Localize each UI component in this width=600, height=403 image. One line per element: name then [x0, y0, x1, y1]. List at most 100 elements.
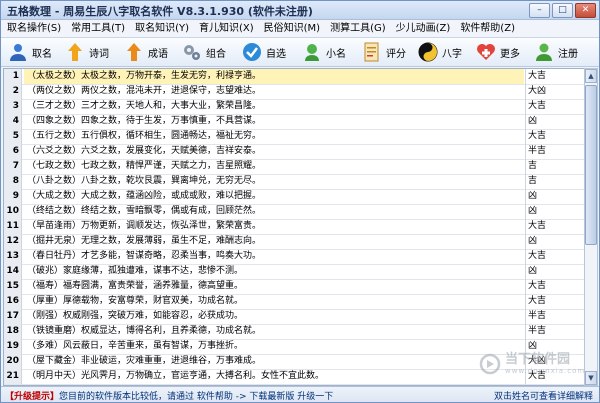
naming-label: 取名	[32, 48, 52, 60]
heart-plus-icon	[475, 41, 497, 63]
scroll-up-button[interactable]: ▲	[585, 69, 597, 83]
results-table[interactable]: 1 （太极之数）太极之数，万物开泰，生发无穷，利禄亨通。 大吉 2 （两仪之数）两仪之数…	[3, 68, 585, 386]
row-description: （厚重）厚德载物，安富尊荣，财官双美，功成名就。	[27, 296, 244, 306]
menu-tools[interactable]: 常用工具(T)	[67, 20, 129, 37]
menu-fortune-tools[interactable]: 测算工具(G)	[326, 20, 390, 37]
row-number: 10	[4, 204, 22, 219]
status-hint: 双击姓名可查看详细解释	[493, 392, 593, 402]
row-number: 20	[4, 354, 22, 369]
menu-naming[interactable]: 取名操作(S)	[3, 20, 65, 37]
table-row[interactable]: 2 （两仪之数）两仪之数，混沌未开，进退保守，志望难达。 大凶	[4, 84, 584, 100]
row-description: （终结之数）终结之数，雪暗飘零，偶或有成，回顾茫然。	[27, 206, 262, 216]
window-title: 五格数理 - 周易生辰八字取名软件 V8.3.1.930 (软件未注册)	[7, 5, 313, 18]
table-row[interactable]: 5 （五行之数）五行俱权，循环相生，圆通畅达，福祉无穷。 大吉	[4, 129, 584, 145]
watermark-text: 当下软件园	[505, 352, 571, 367]
combine-label: 组合	[206, 48, 226, 60]
table-row[interactable]: 11 （旱苗逢雨）万物更新，调顺发达，恢弘泽世，繁荣富贵。 大吉	[4, 219, 584, 235]
row-description: （多难）风云蔽日，辛苦重来，虽有智谋，万事挫折。	[27, 341, 244, 351]
scroll-thumb[interactable]	[585, 85, 597, 245]
more-button[interactable]: 更多	[475, 40, 520, 64]
scroll-icon	[64, 41, 86, 63]
register-button[interactable]: 注册	[533, 40, 578, 64]
row-description: （破兆）家庭缘薄，孤独遭难，谋事不达，悲惨不测。	[27, 266, 244, 276]
row-description: （八卦之数）八卦之数，乾坎艮震，巽离坤兑，无穷无尽。	[27, 176, 262, 186]
upgrade-prefix: 【升级提示】	[5, 392, 60, 402]
table-row[interactable]: 1 （太极之数）太极之数，万物开泰，生发无穷，利禄亨通。 大吉	[4, 69, 584, 85]
naming-button[interactable]: 取名	[7, 40, 52, 64]
menu-parenting[interactable]: 育儿知识(X)	[195, 20, 258, 37]
table-row[interactable]: 4 （四象之数）四象之数，待于生发，万事慎重，不具营谋。 凶	[4, 114, 584, 130]
row-result: 凶	[525, 204, 584, 219]
watermark-url: www.downxia.com	[505, 367, 586, 375]
custom-label: 自选	[266, 48, 286, 60]
baby-icon	[301, 41, 323, 63]
row-result: 大吉	[525, 69, 584, 84]
person-icon	[7, 41, 29, 63]
combine-button[interactable]: 组合	[181, 40, 226, 64]
row-description: （春日牡丹）才艺多能，智谋奇略，忍柔当事，鸣奏大功。	[27, 251, 262, 261]
row-number: 21	[4, 369, 22, 384]
bazi-label: 八字	[442, 48, 462, 60]
idiom-button[interactable]: 成语	[123, 40, 168, 64]
table-row[interactable]: 6 （六爻之数）六爻之数，发展变化，天赋美德，吉祥安泰。 半吉	[4, 144, 584, 160]
row-number: 9	[4, 189, 22, 204]
close-button[interactable]: ✕	[575, 3, 596, 18]
table-row[interactable]: 17 （刚强）权威刚强，突破万难，如能容忍，必获成功。 半吉	[4, 309, 584, 325]
table-row[interactable]: 12 （掘井无泉）无理之数，发展薄弱，虽生不足，难酬志向。 凶	[4, 234, 584, 250]
row-result: 凶	[525, 234, 584, 249]
menu-bar: 取名操作(S) 常用工具(T) 取名知识(Y) 育儿知识(X) 民俗知识(M) …	[1, 20, 599, 38]
row-number: 16	[4, 294, 22, 309]
title-bar: 五格数理 - 周易生辰八字取名软件 V8.3.1.930 (软件未注册) – □…	[1, 1, 599, 20]
row-number: 17	[4, 309, 22, 324]
menu-cartoons[interactable]: 少儿动画(Z)	[392, 20, 455, 37]
table-row[interactable]: 18 （铁镜重磨）权威显达，博得名利，且养柔德，功成名就。 半吉	[4, 324, 584, 340]
nickname-label: 小名	[326, 48, 346, 60]
row-number: 13	[4, 249, 22, 264]
row-number: 5	[4, 129, 22, 144]
row-description: （四象之数）四象之数，待于生发，万事慎重，不具营谋。	[27, 116, 262, 126]
row-number: 6	[4, 144, 22, 159]
table-row[interactable]: 8 （八卦之数）八卦之数，乾坎艮震，巽离坤兑，无穷无尽。 吉	[4, 174, 584, 190]
row-result: 吉	[525, 174, 584, 189]
menu-naming-knowledge[interactable]: 取名知识(Y)	[131, 20, 193, 37]
row-number: 1	[4, 69, 22, 84]
table-row[interactable]: 15 （福寿）福寿圆满，富贵荣誉，涵养雅量，德高望重。 大吉	[4, 279, 584, 295]
bazi-button[interactable]: 八字	[417, 40, 462, 64]
maximize-button[interactable]: □	[552, 3, 573, 18]
table-row[interactable]: 9 （大成之数）大成之数，蕴涵凶险，或成或败，难以把握。 凶	[4, 189, 584, 205]
row-number: 12	[4, 234, 22, 249]
row-result: 大吉	[525, 279, 584, 294]
row-result: 大吉	[525, 294, 584, 309]
checkmark-icon	[241, 41, 263, 63]
yinyang-icon	[417, 41, 439, 63]
table-row[interactable]: 3 （三才之数）三才之数，天地人和，大事大业，繁荣昌隆。 大吉	[4, 99, 584, 115]
upgrade-message: 您目前的软件版本比较低，请通过 软件帮助 -> 下载最新版 升级一下	[59, 392, 334, 402]
menu-help[interactable]: 软件帮助(Z)	[456, 20, 519, 37]
row-description: （福寿）福寿圆满，富贵荣誉，涵养雅量，德高望重。	[27, 281, 244, 291]
custom-button[interactable]: 自选	[241, 40, 286, 64]
row-number: 2	[4, 84, 22, 99]
poetry-button[interactable]: 诗词	[64, 40, 109, 64]
row-description: （旱苗逢雨）万物更新，调顺发达，恢弘泽世，繁荣富贵。	[27, 221, 262, 231]
document-icon	[361, 41, 383, 63]
scroll-down-button[interactable]: ▼	[585, 371, 597, 385]
table-row[interactable]: 7 （七政之数）七政之数，精悍严谨，天赋之力，吉星照耀。 吉	[4, 159, 584, 175]
row-result: 半吉	[525, 144, 584, 159]
table-row[interactable]: 13 （春日牡丹）才艺多能，智谋奇略，忍柔当事，鸣奏大功。 大吉	[4, 249, 584, 265]
row-description: （明月中天）光风霁月，万物确立，官运亨通，大搏名利。女性不宜此数。	[27, 371, 325, 381]
score-button[interactable]: 评分	[361, 40, 406, 64]
idiom-label: 成语	[148, 48, 168, 60]
vertical-scrollbar[interactable]: ▲ ▼	[584, 68, 598, 386]
row-description: （大成之数）大成之数，蕴涵凶险，或成或败，难以把握。	[27, 191, 262, 201]
row-number: 4	[4, 114, 22, 129]
minimize-button[interactable]: –	[529, 3, 550, 18]
row-description: （六爻之数）六爻之数，发展变化，天赋美德，吉祥安泰。	[27, 146, 262, 156]
table-row[interactable]: 16 （厚重）厚德载物，安富尊荣，财官双美，功成名就。 大吉	[4, 294, 584, 310]
status-bar: 【升级提示】您目前的软件版本比较低，请通过 软件帮助 -> 下载最新版 升级一下…	[1, 386, 599, 402]
menu-folk[interactable]: 民俗知识(M)	[260, 20, 324, 37]
table-row[interactable]: 14 （破兆）家庭缘薄，孤独遭难，谋事不达，悲惨不测。 凶	[4, 264, 584, 280]
row-result: 凶	[525, 264, 584, 279]
row-number: 7	[4, 159, 22, 174]
nickname-button[interactable]: 小名	[301, 40, 346, 64]
table-row[interactable]: 10 （终结之数）终结之数，雪暗飘零，偶或有成，回顾茫然。 凶	[4, 204, 584, 220]
